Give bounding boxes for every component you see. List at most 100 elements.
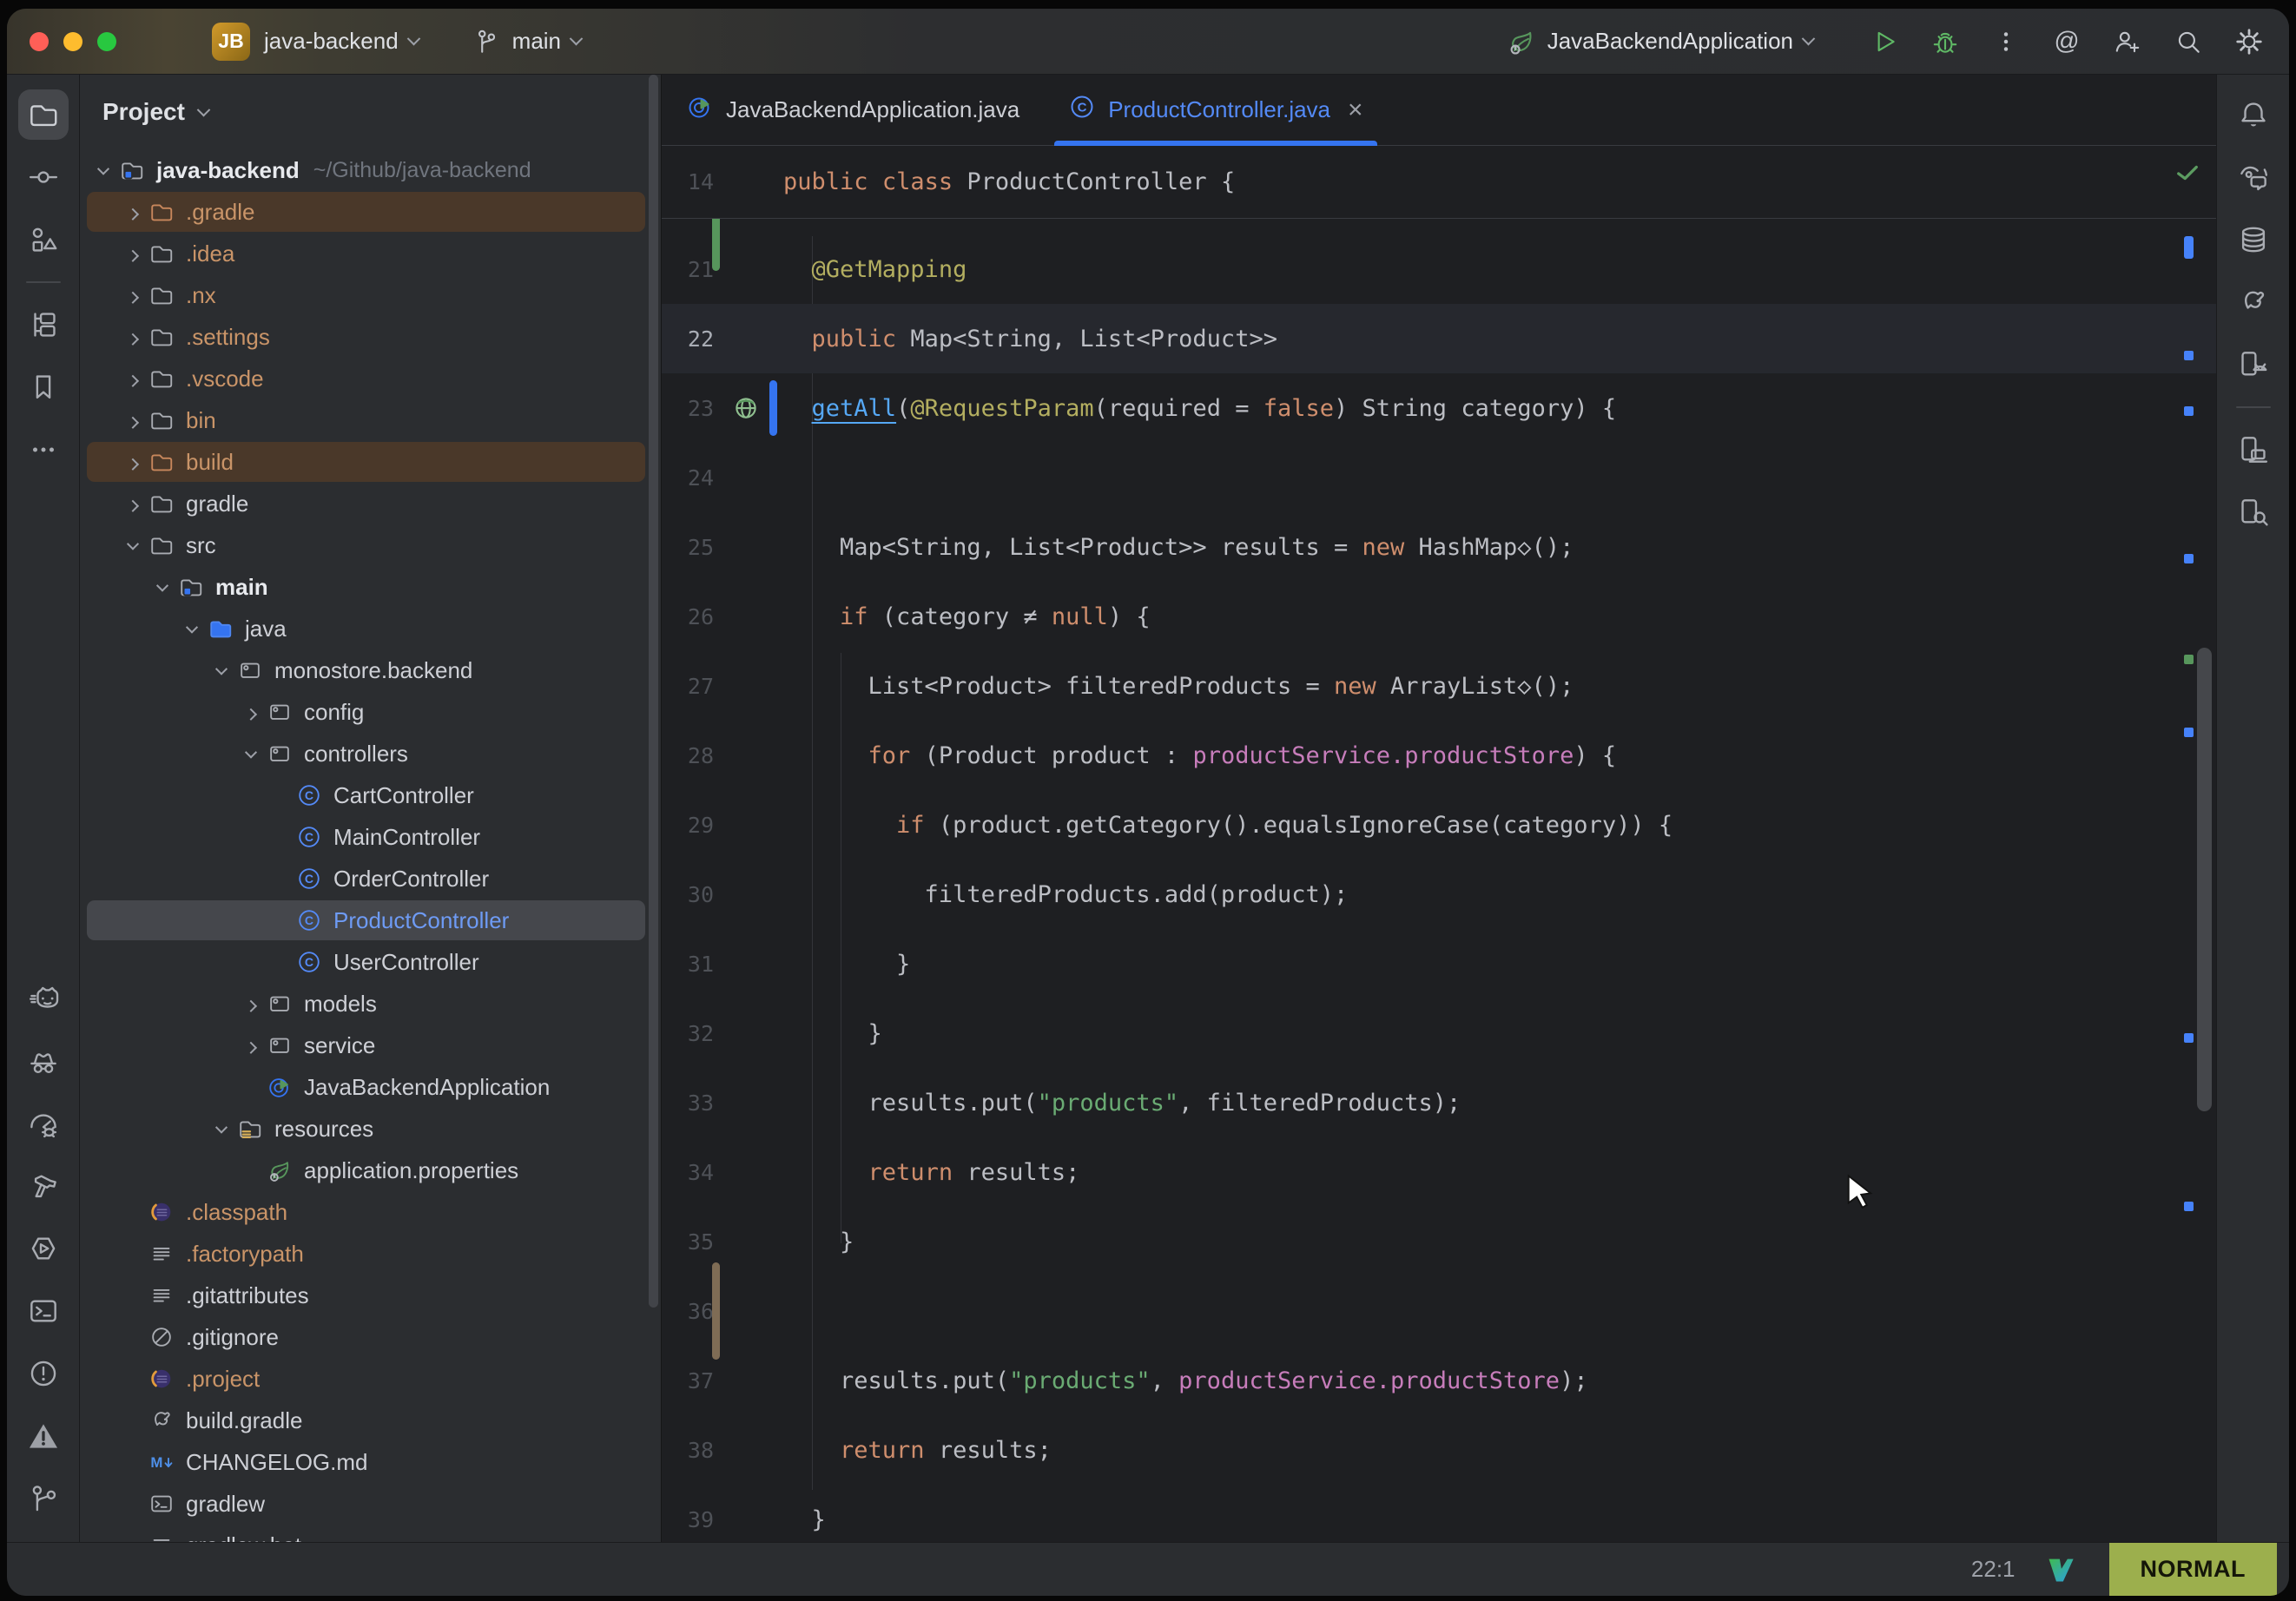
code-line-21[interactable]: 21 @GetMapping — [662, 234, 2216, 304]
vcs-widget[interactable]: main — [471, 26, 581, 57]
editor-scrollbar[interactable] — [2197, 648, 2212, 1111]
gutter[interactable]: 38 — [662, 1415, 783, 1485]
ai-assistant-icon[interactable]: @ — [2051, 26, 2082, 57]
close-window-button[interactable] — [30, 32, 49, 51]
tree-item--gitignore[interactable]: .gitignore — [80, 1316, 661, 1358]
tree-item-javabackendapplication[interactable]: JavaBackendApplication — [80, 1066, 661, 1108]
gutter[interactable]: 26 — [662, 582, 783, 651]
gutter[interactable]: 34 — [662, 1137, 783, 1207]
kebab-menu-icon[interactable] — [1990, 26, 2022, 57]
tree-chevron-icon[interactable] — [118, 239, 148, 268]
rest-endpoint-globe-icon[interactable] — [731, 393, 761, 423]
caret-position[interactable]: 22:1 — [1971, 1556, 2016, 1583]
tree-chevron-icon[interactable] — [118, 197, 148, 227]
tree-chevron-icon[interactable] — [207, 1114, 236, 1143]
code-line-30[interactable]: 30 filteredProducts.add(product); — [662, 860, 2216, 929]
ideavim-icon[interactable] — [2045, 1554, 2076, 1585]
tree-chevron-icon[interactable] — [118, 364, 148, 393]
code-line-28[interactable]: 28 for (Product product : productService… — [662, 721, 2216, 790]
gutter[interactable]: 27 — [662, 651, 783, 721]
tree-item--factorypath[interactable]: .factorypath — [80, 1233, 661, 1275]
search-icon[interactable] — [2173, 26, 2204, 57]
tree-chevron-icon[interactable] — [118, 530, 148, 560]
tree-chevron-icon[interactable] — [236, 739, 266, 768]
vim-mode-badge[interactable]: NORMAL — [2109, 1543, 2277, 1596]
tree-item-monostore-backend[interactable]: monostore.backend — [80, 649, 661, 691]
tree-chevron-icon[interactable] — [118, 322, 148, 352]
tree-item-config[interactable]: config — [80, 691, 661, 733]
tree-scrollbar[interactable] — [649, 75, 658, 1308]
editor-tab-javabackendapplication-java[interactable]: JavaBackendApplication.java — [662, 75, 1044, 145]
code-line-34[interactable]: 34 return results; — [662, 1137, 2216, 1207]
close-tab-icon[interactable]: × — [1348, 96, 1363, 125]
gutter[interactable]: 21 — [662, 234, 783, 304]
code-line-22[interactable]: 22 public Map<String, List<Product>> — [662, 304, 2216, 373]
editor-tab-productcontroller-java[interactable]: CProductController.java× — [1044, 75, 1387, 145]
gutter[interactable]: 32 — [662, 998, 783, 1068]
tree-item--classpath[interactable]: .classpath — [80, 1191, 661, 1233]
gutter[interactable]: 36 — [662, 1276, 783, 1346]
debug-icon[interactable] — [1930, 26, 1961, 57]
tree-chevron-icon[interactable] — [207, 656, 236, 685]
tree-chevron-icon[interactable] — [236, 989, 266, 1018]
minimize-window-button[interactable] — [63, 32, 82, 51]
tree-item-usercontroller[interactable]: CUserController — [80, 941, 661, 983]
gutter[interactable]: 23 — [662, 373, 783, 443]
profiler-icon[interactable] — [18, 1098, 69, 1149]
gutter[interactable]: 28 — [662, 721, 783, 790]
gutter[interactable]: 37 — [662, 1346, 783, 1415]
code-line-38[interactable]: 38 return results; — [662, 1415, 2216, 1485]
code-line-36[interactable]: 36 — [662, 1276, 2216, 1346]
gutter[interactable]: 39 — [662, 1485, 783, 1542]
notifications-icon[interactable] — [2228, 89, 2279, 140]
tree-item-models[interactable]: models — [80, 983, 661, 1025]
project-logo[interactable]: JB — [212, 23, 250, 61]
tree-item-bin[interactable]: bin — [80, 399, 661, 441]
gutter[interactable]: 29 — [662, 790, 783, 860]
git-branch-icon[interactable] — [18, 1473, 69, 1524]
ai-chat-icon[interactable] — [2228, 152, 2279, 202]
device-mirror-icon[interactable] — [2228, 425, 2279, 475]
layout-inspector-icon[interactable] — [2228, 487, 2279, 537]
code-line-29[interactable]: 29 if (product.getCategory().equalsIgnor… — [662, 790, 2216, 860]
services-icon[interactable] — [18, 1223, 69, 1274]
tree-item--gitattributes[interactable]: .gitattributes — [80, 1275, 661, 1316]
code-line-39[interactable]: 39 } — [662, 1485, 2216, 1542]
code-line-32[interactable]: 32 } — [662, 998, 2216, 1068]
gutter[interactable]: 30 — [662, 860, 783, 929]
tree-item-build[interactable]: build — [80, 441, 661, 483]
terminal-icon[interactable] — [18, 1286, 69, 1336]
gutter[interactable]: 24 — [662, 443, 783, 512]
gutter[interactable]: 14 — [662, 146, 783, 218]
tree-item--vscode[interactable]: .vscode — [80, 358, 661, 399]
tree-item-changelog-md[interactable]: MCHANGELOG.md — [80, 1441, 661, 1483]
running-devices-icon[interactable] — [2228, 339, 2279, 390]
build-icon[interactable] — [18, 1161, 69, 1211]
settings-icon[interactable] — [2233, 26, 2265, 57]
code-editor[interactable]: 21 @GetMapping22 public Map<String, List… — [662, 219, 2216, 1542]
gutter[interactable]: 31 — [662, 929, 783, 998]
zoom-window-button[interactable] — [97, 32, 116, 51]
tree-chevron-icon[interactable] — [118, 489, 148, 518]
gradle-icon[interactable] — [2228, 277, 2279, 327]
tree-item--settings[interactable]: .settings — [80, 316, 661, 358]
gutter[interactable]: 22 — [662, 304, 783, 373]
code-viewport[interactable]: 21 @GetMapping22 public Map<String, List… — [662, 219, 2216, 1542]
more-icon[interactable] — [18, 425, 69, 475]
bookmarks-icon[interactable] — [18, 362, 69, 412]
project-widget[interactable]: java-backend — [264, 28, 419, 55]
tree-item-productcontroller[interactable]: CProductController — [80, 899, 661, 941]
vcs-change-marker[interactable] — [769, 380, 777, 436]
tree-chevron-icon[interactable] — [118, 280, 148, 310]
tree-item-ordercontroller[interactable]: COrderController — [80, 858, 661, 899]
commit-icon[interactable] — [18, 152, 69, 202]
tree-item-src[interactable]: src — [80, 524, 661, 566]
tree-item-resources[interactable]: resources — [80, 1108, 661, 1150]
tree-item-java[interactable]: java — [80, 608, 661, 649]
tree-item-build-gradle[interactable]: build.gradle — [80, 1400, 661, 1441]
tree-item-gradle[interactable]: gradle — [80, 483, 661, 524]
tree-item-application-properties[interactable]: application.properties — [80, 1150, 661, 1191]
tree-item--nx[interactable]: .nx — [80, 274, 661, 316]
tree-item--gradle[interactable]: .gradle — [80, 191, 661, 233]
database-icon[interactable] — [2228, 214, 2279, 265]
